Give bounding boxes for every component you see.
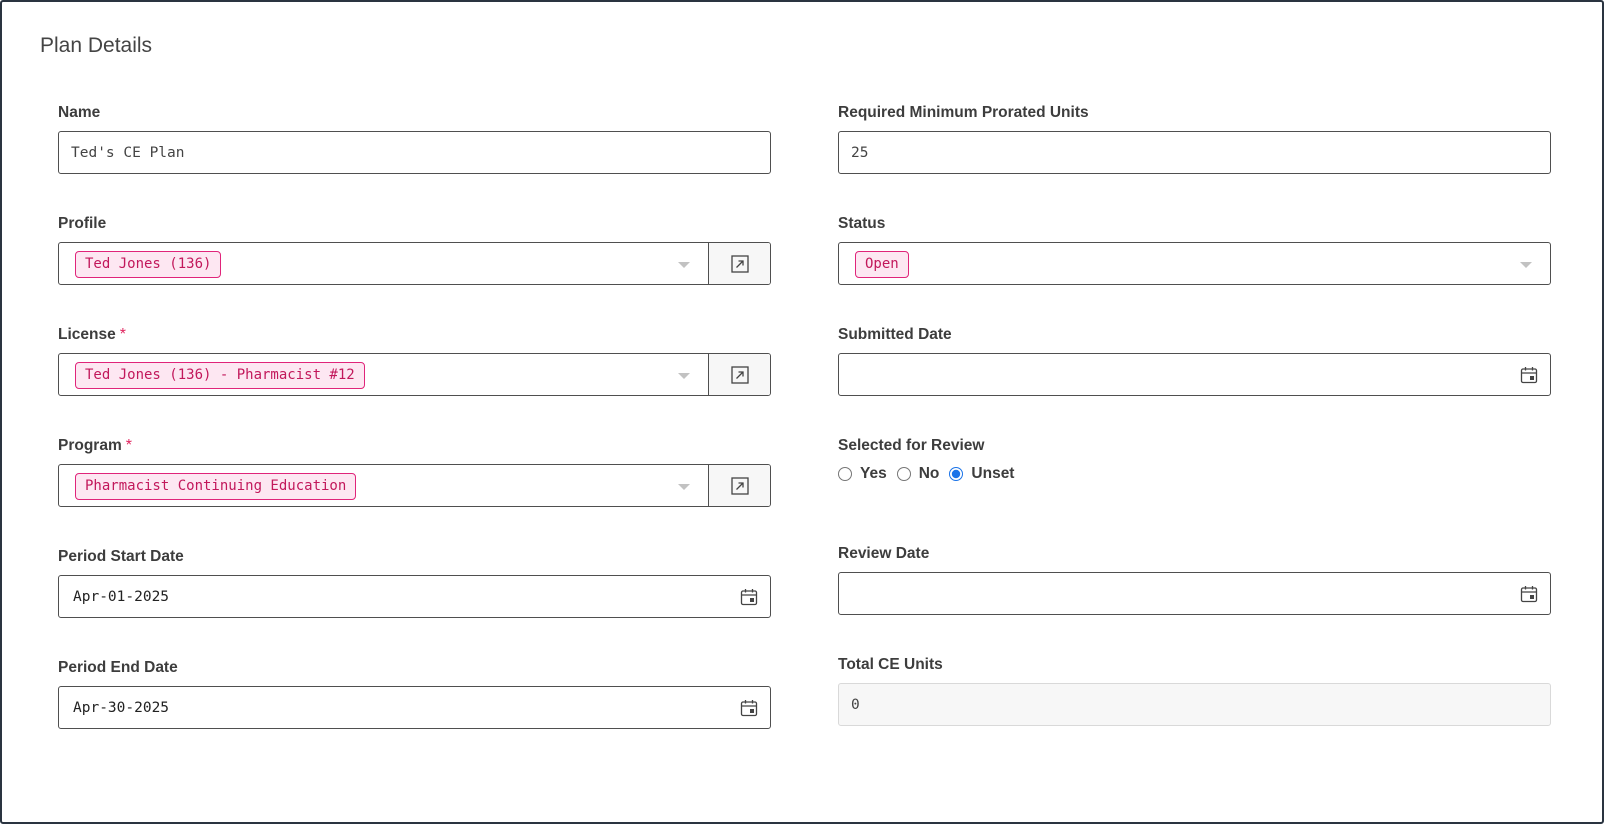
program-tag[interactable]: Pharmacist Continuing Education bbox=[75, 473, 357, 500]
submitted-date-label: Submitted Date bbox=[838, 326, 952, 343]
required-units-field: Required Minimum Prorated Units bbox=[838, 103, 1551, 174]
total-units-field: Total CE Units bbox=[838, 655, 1551, 726]
name-input-box bbox=[58, 131, 771, 174]
plan-details-panel: Plan Details Name Profile Ted Jones (136… bbox=[0, 0, 1604, 824]
review-option-yes[interactable]: Yes bbox=[838, 465, 887, 483]
submitted-date-input[interactable] bbox=[839, 354, 1550, 395]
profile-label: Profile bbox=[58, 215, 107, 232]
selected-for-review-field: Selected for Review Yes No Unset bbox=[838, 436, 1551, 484]
review-radio-unset[interactable] bbox=[949, 467, 964, 481]
license-tag[interactable]: Ted Jones (136) - Pharmacist #12 bbox=[75, 362, 365, 389]
review-date-box bbox=[838, 572, 1551, 615]
required-units-input[interactable] bbox=[839, 132, 1550, 173]
license-select: Ted Jones (136) - Pharmacist #12 bbox=[58, 353, 771, 396]
profile-field: Profile Ted Jones (136) bbox=[58, 214, 771, 285]
review-radio-group: Yes No Unset bbox=[838, 464, 1551, 484]
chevron-down-icon[interactable] bbox=[678, 262, 690, 268]
period-start-label: Period Start Date bbox=[58, 548, 184, 565]
period-end-label: Period End Date bbox=[58, 659, 178, 676]
program-label: Program * bbox=[58, 436, 771, 456]
required-marker: * bbox=[125, 437, 132, 454]
review-option-unset[interactable]: Unset bbox=[949, 465, 1014, 483]
required-units-box bbox=[838, 131, 1551, 174]
status-label: Status bbox=[838, 215, 886, 232]
external-link-icon bbox=[730, 365, 749, 384]
period-end-field: Period End Date bbox=[58, 658, 771, 729]
program-field: Program * Pharmacist Continuing Education bbox=[58, 436, 771, 507]
selected-for-review-label: Selected for Review bbox=[838, 437, 985, 454]
status-field: Status Open bbox=[838, 214, 1551, 285]
status-select: Open bbox=[838, 242, 1551, 285]
review-option-unset-label: Unset bbox=[971, 465, 1015, 482]
calendar-icon[interactable] bbox=[1520, 585, 1538, 603]
program-dropdown[interactable]: Pharmacist Continuing Education bbox=[59, 465, 708, 506]
external-link-icon bbox=[730, 254, 749, 273]
review-date-label: Review Date bbox=[838, 545, 930, 562]
profile-tag[interactable]: Ted Jones (136) bbox=[75, 251, 222, 278]
period-end-input[interactable] bbox=[59, 687, 770, 728]
license-label-text: License bbox=[58, 326, 116, 343]
open-profile-button[interactable] bbox=[708, 243, 770, 284]
submitted-date-box bbox=[838, 353, 1551, 396]
license-dropdown[interactable]: Ted Jones (136) - Pharmacist #12 bbox=[59, 354, 708, 395]
open-program-button[interactable] bbox=[708, 465, 770, 506]
review-option-no-label: No bbox=[918, 465, 940, 482]
total-units-value bbox=[839, 684, 1550, 725]
license-field: License * Ted Jones (136) - Pharmacist #1… bbox=[58, 325, 771, 396]
program-select: Pharmacist Continuing Education bbox=[58, 464, 771, 507]
review-radio-yes[interactable] bbox=[838, 467, 852, 481]
period-start-input[interactable] bbox=[59, 576, 770, 617]
required-marker: * bbox=[119, 326, 126, 343]
submitted-date-field: Submitted Date bbox=[838, 325, 1551, 396]
external-link-icon bbox=[730, 476, 749, 495]
period-end-box bbox=[58, 686, 771, 729]
required-units-label: Required Minimum Prorated Units bbox=[838, 104, 1089, 121]
name-input[interactable] bbox=[59, 132, 770, 173]
total-units-box bbox=[838, 683, 1551, 726]
calendar-icon[interactable] bbox=[740, 699, 758, 717]
calendar-icon[interactable] bbox=[740, 588, 758, 606]
review-radio-no[interactable] bbox=[896, 467, 911, 481]
period-start-box bbox=[58, 575, 771, 618]
review-option-no[interactable]: No bbox=[896, 465, 940, 483]
status-tag[interactable]: Open bbox=[855, 251, 909, 278]
license-label: License * bbox=[58, 325, 771, 345]
chevron-down-icon[interactable] bbox=[678, 484, 690, 490]
calendar-icon[interactable] bbox=[1520, 366, 1538, 384]
program-label-text: Program bbox=[58, 437, 122, 454]
period-start-field: Period Start Date bbox=[58, 547, 771, 618]
profile-select: Ted Jones (136) bbox=[58, 242, 771, 285]
open-license-button[interactable] bbox=[708, 354, 770, 395]
profile-dropdown[interactable]: Ted Jones (136) bbox=[59, 243, 708, 284]
name-label: Name bbox=[58, 104, 101, 121]
review-option-yes-label: Yes bbox=[860, 465, 887, 482]
chevron-down-icon[interactable] bbox=[1520, 262, 1532, 268]
review-date-input[interactable] bbox=[839, 573, 1550, 614]
name-field: Name bbox=[58, 103, 771, 174]
page-title: Plan Details bbox=[40, 34, 153, 57]
chevron-down-icon[interactable] bbox=[678, 373, 690, 379]
review-date-field: Review Date bbox=[838, 544, 1551, 615]
total-units-label: Total CE Units bbox=[838, 656, 943, 673]
status-dropdown[interactable]: Open bbox=[839, 243, 1550, 284]
